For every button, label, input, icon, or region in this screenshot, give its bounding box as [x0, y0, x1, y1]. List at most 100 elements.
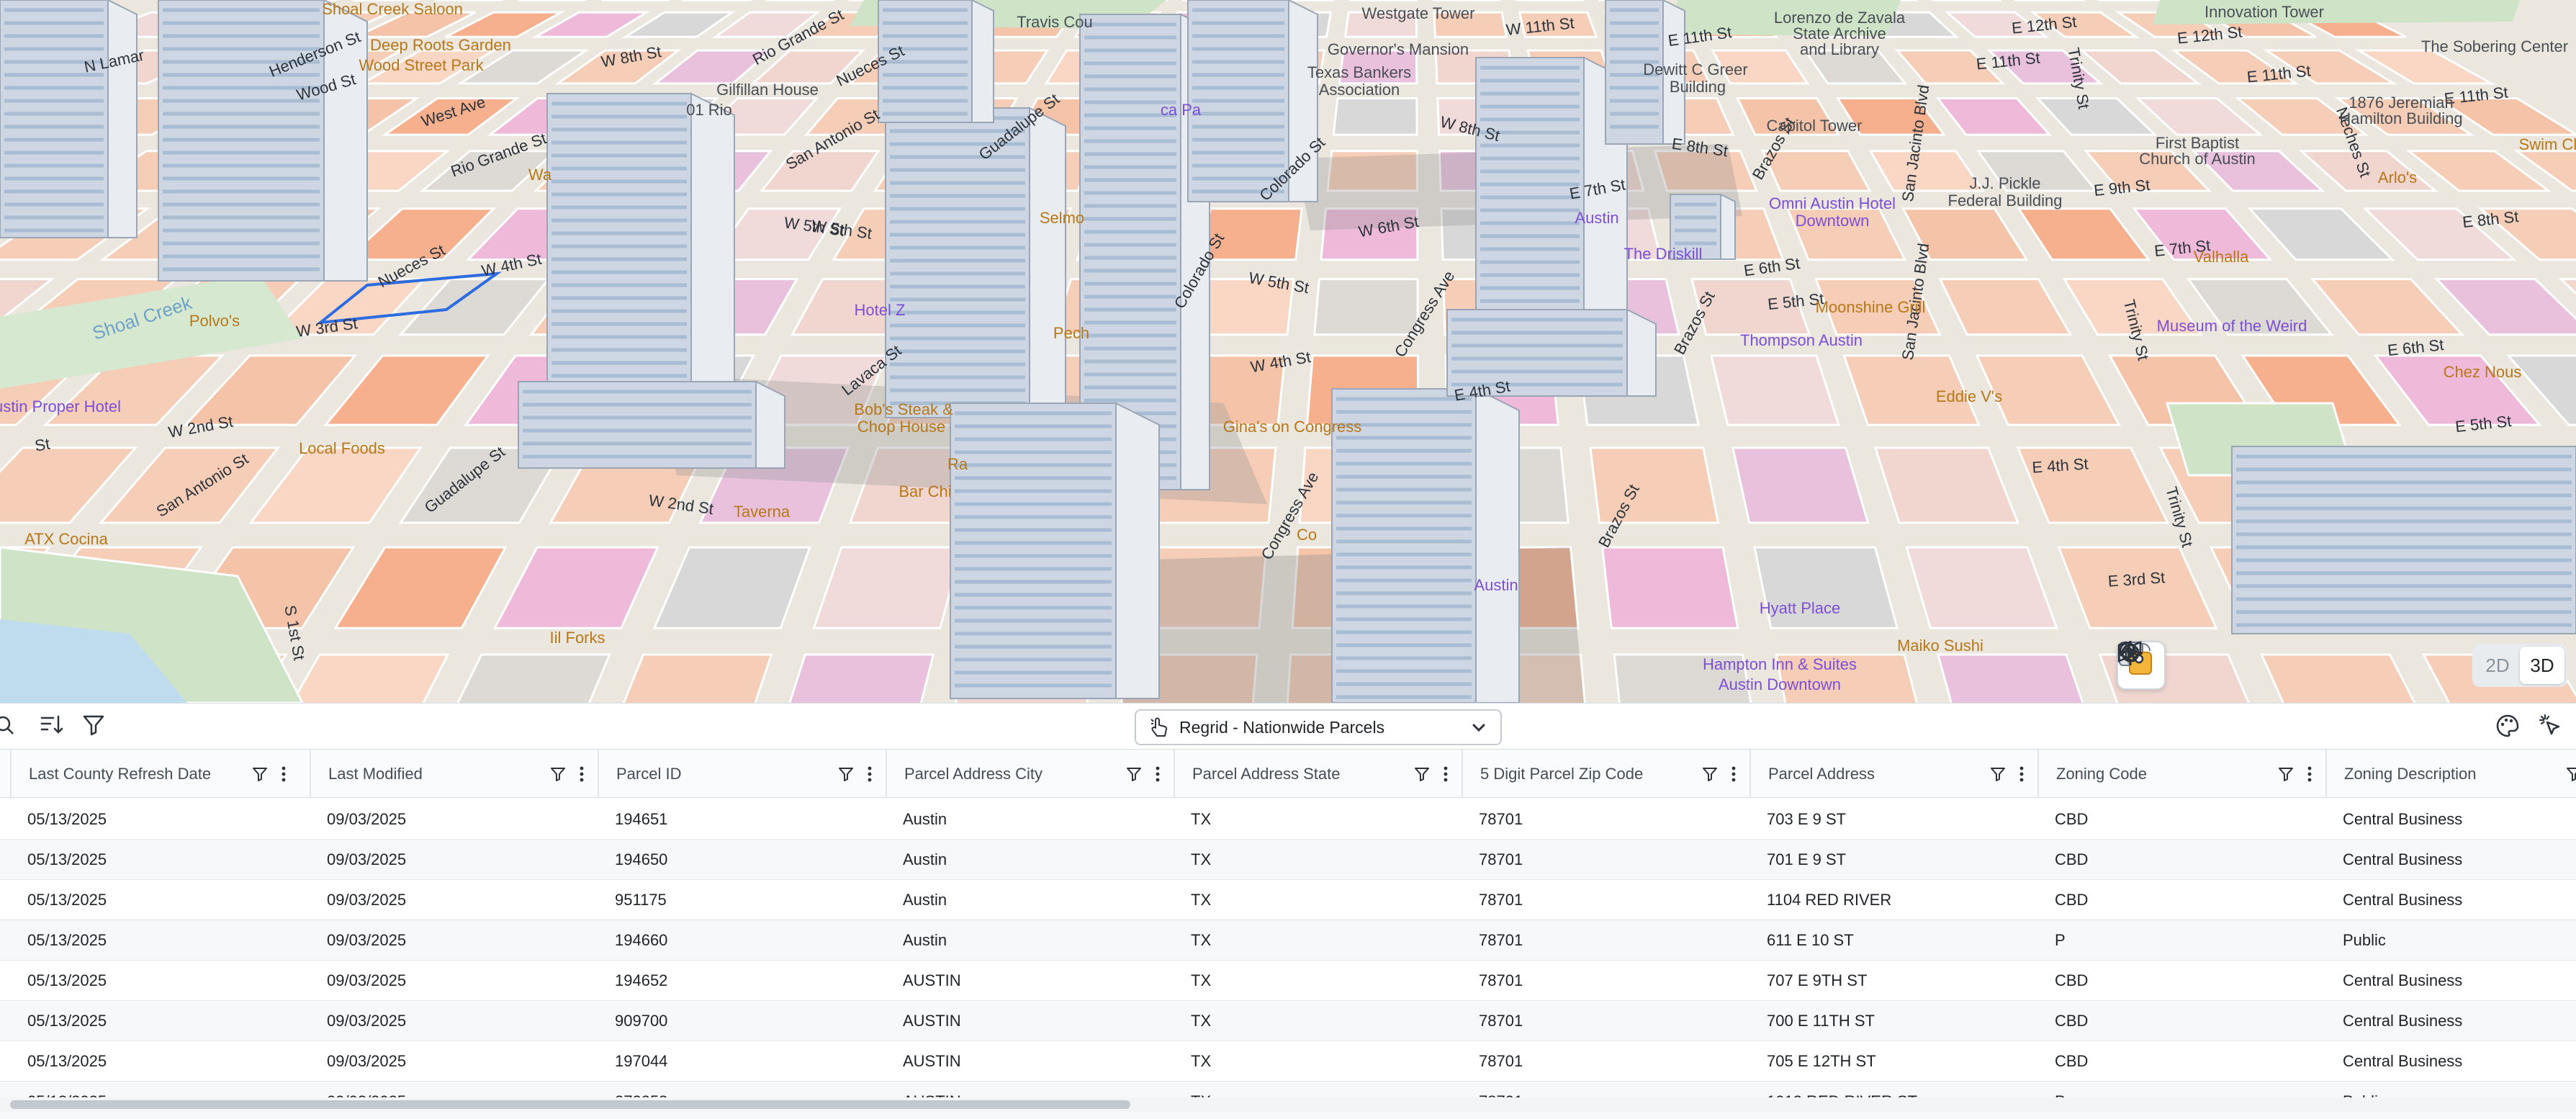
column-header-label: Parcel Address City	[904, 765, 1042, 783]
map-layers-button[interactable]	[2117, 641, 2264, 687]
column-menu-icon[interactable]	[281, 765, 287, 783]
table-cell: 194660	[615, 931, 668, 949]
poi-label: Shoal Creek Saloon	[322, 0, 463, 18]
column-header-label: Last County Refresh Date	[29, 765, 212, 783]
tilt-up-button[interactable]	[2120, 644, 2312, 687]
map-view[interactable]: N Lamar Henderson St Wood St W 8th St Rio Gr…	[0, 0, 2576, 703]
poi-label: Museum of the Weird	[2157, 317, 2307, 335]
table-row[interactable]: 05/13/2025 09/03/2025 951175 Austin TX 78701 1…	[0, 880, 2576, 920]
column-menu-icon[interactable]	[867, 765, 873, 783]
table-cell: TX	[1191, 810, 1212, 828]
table-row[interactable]: 05/13/2025 09/03/2025 194650 Austin TX 78701 7…	[0, 840, 2576, 880]
column-filter-icon[interactable]	[838, 766, 854, 782]
column-header[interactable]: Zoning Description	[2325, 750, 2576, 799]
column-menu-icon[interactable]	[2019, 765, 2025, 783]
column-header[interactable]: Parcel ID	[598, 750, 886, 799]
poi-label: Bar Chi	[899, 482, 951, 500]
column-header[interactable]: Last County Refresh Date	[10, 750, 300, 799]
poi-label: Gina's on Congress	[1223, 418, 1362, 436]
table-cell: 05/13/2025	[27, 850, 107, 868]
table-row[interactable]: 05/13/2025 09/03/2025 194652 AUSTIN TX 78701 7…	[0, 961, 2576, 1001]
table-cell: 78701	[1479, 931, 1523, 949]
selection-tool-button[interactable]	[2539, 714, 2563, 742]
column-filter-icon[interactable]	[1990, 766, 2006, 782]
table-cell: TX	[1191, 850, 1212, 868]
poi-label: Downtown	[1796, 212, 1870, 230]
column-filter-icon[interactable]	[2566, 766, 2576, 782]
table-cell: Central Business	[2343, 810, 2463, 828]
table-cell: 78701	[1479, 891, 1523, 909]
column-menu-icon[interactable]	[579, 765, 585, 783]
table-cell: Central Business	[2343, 1052, 2463, 1070]
column-menu-icon[interactable]	[1155, 765, 1161, 783]
map-canvas[interactable]: N Lamar Henderson StWood StW 8th St Rio Gr…	[0, 0, 2576, 703]
column-filter-icon[interactable]	[550, 766, 566, 782]
poi-label: Chez Nous	[2444, 363, 2522, 381]
table-search-button[interactable]	[0, 714, 20, 740]
poi-label: Texas Bankers	[1307, 63, 1411, 81]
table-row[interactable]: 05/13/2025 09/03/2025 194651 Austin TX 78701 7…	[0, 799, 2576, 840]
table-cell: 78701	[1479, 810, 1523, 828]
poi-label: Hyatt Place	[1760, 599, 1841, 617]
column-menu-icon[interactable]	[2307, 765, 2312, 783]
column-filter-icon[interactable]	[1702, 766, 1718, 782]
table-cell: 09/03/2025	[327, 810, 407, 828]
table-row[interactable]: 05/13/2025 09/03/2025 194660 Austin TX 78701 6…	[0, 920, 2576, 961]
layer-select[interactable]: Regrid - Nationwide Parcels	[1135, 709, 1502, 745]
column-filter-icon[interactable]	[252, 766, 268, 782]
style-palette-button[interactable]	[2495, 714, 2520, 742]
sort-button[interactable]	[39, 714, 63, 740]
column-menu-icon[interactable]	[1443, 765, 1449, 783]
building	[2231, 445, 2576, 634]
horizontal-scrollbar-thumb[interactable]	[10, 1100, 1130, 1109]
poi-label: Building	[1670, 78, 1726, 96]
table-cell: CBD	[2055, 971, 2089, 989]
table-cell: Austin	[903, 810, 947, 828]
table-cell: TX	[1191, 1012, 1212, 1030]
zoom-out-button[interactable]	[2119, 644, 2410, 687]
poi-label: Travis Cou	[1017, 13, 1093, 31]
column-menu-icon[interactable]	[1731, 765, 1737, 783]
filter-button[interactable]	[82, 714, 105, 740]
poi-label: Westgate Tower	[1362, 4, 1475, 22]
building-face	[1331, 388, 1477, 703]
poi-label: Association	[1319, 81, 1400, 99]
poi-label: Hotel Z	[855, 301, 906, 319]
table-cell: 194652	[615, 971, 668, 989]
column-header-label: Parcel Address State	[1192, 765, 1341, 783]
search-button[interactable]	[2119, 642, 2215, 687]
column-header[interactable]: Zoning Code	[2037, 750, 2325, 799]
table-cell: 1104 RED RIVER	[1767, 891, 1892, 909]
map-controls: 2D 3D	[2117, 639, 2567, 691]
poi-label: Austin	[1575, 209, 1618, 227]
locate-button[interactable]	[2118, 641, 2459, 687]
parcel-block	[1589, 446, 1720, 524]
column-filter-icon[interactable]	[1126, 766, 1142, 782]
poi-label: Governor's Mansion	[1328, 40, 1469, 58]
column-header[interactable]: Parcel Address State	[1174, 750, 1462, 799]
column-header[interactable]: 5 Digit Parcel Zip Code	[1462, 750, 1749, 799]
table-header: Last County Refresh Date Last Modified Par…	[0, 749, 2576, 799]
building-side	[1720, 193, 1736, 260]
table-row[interactable]: 05/13/2025 09/03/2025 909700 AUSTIN TX 78701 7…	[0, 1001, 2576, 1041]
poi-label: Omni Austin Hotel	[1769, 194, 1896, 212]
parcel-block	[1313, 278, 1419, 336]
column-header[interactable]: Parcel Address	[1749, 750, 2037, 799]
column-header-label: 5 Digit Parcel Zip Code	[1480, 765, 1644, 783]
column-filter-icon[interactable]	[1414, 766, 1430, 782]
table-row[interactable]: 05/13/2025 09/03/2025 197044 AUSTIN TX 78701 7…	[0, 1041, 2576, 1082]
table-cell: 707 E 9TH ST	[1767, 971, 1868, 989]
view-3d-button[interactable]: 3D	[2520, 647, 2564, 684]
column-filter-icon[interactable]	[2278, 766, 2294, 782]
column-header-label: Last Modified	[328, 765, 423, 783]
poi-label: Church of Austin	[2139, 150, 2255, 168]
poi-label: Valhalla	[2194, 248, 2249, 266]
column-header[interactable]: Parcel Address City	[886, 750, 1174, 799]
zoom-in-button[interactable]	[2119, 642, 2361, 687]
poi-label: and Library	[1800, 40, 1879, 58]
table-cell: TX	[1191, 931, 1212, 949]
column-header[interactable]: Last Modified	[310, 750, 598, 799]
poi-label: Eddie V's	[1936, 387, 2002, 405]
building	[0, 0, 138, 238]
view-2d-button[interactable]: 2D	[2475, 647, 2520, 684]
